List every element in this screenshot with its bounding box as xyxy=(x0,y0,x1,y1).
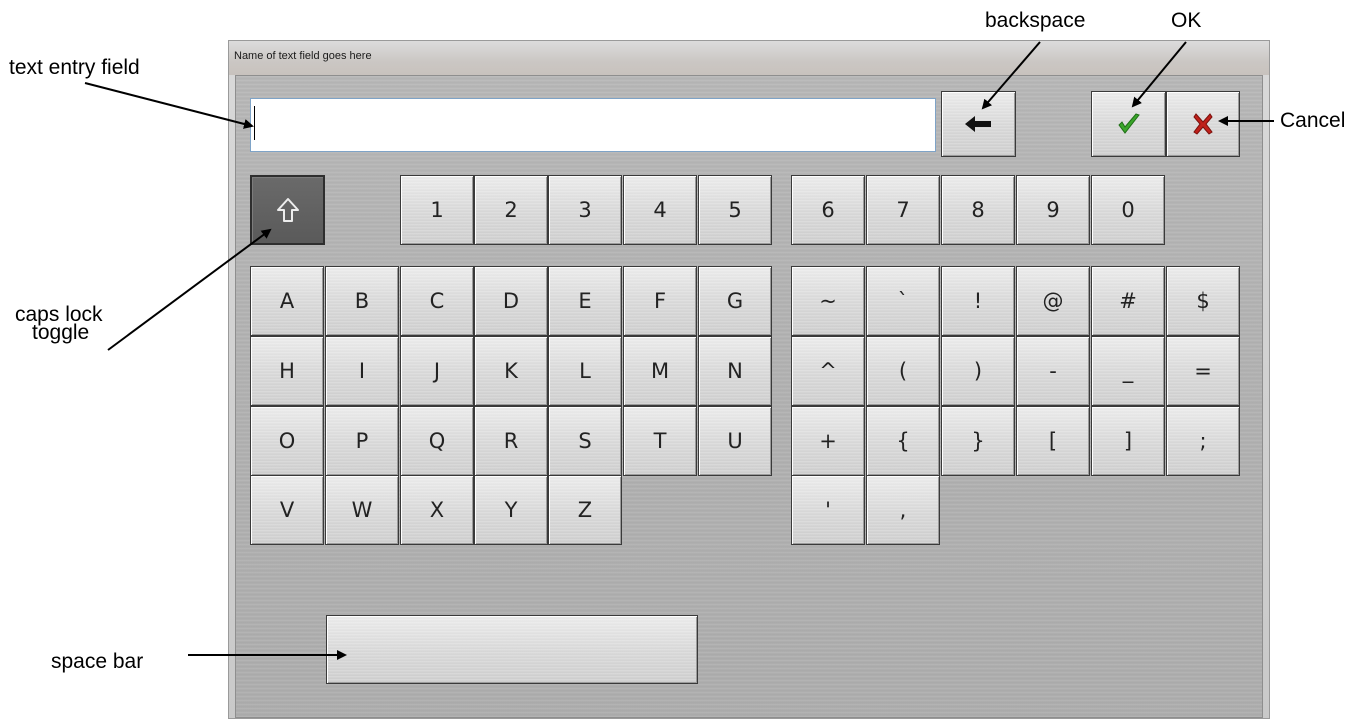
key-tilde[interactable]: ~ xyxy=(791,266,865,336)
left-arrow-icon xyxy=(963,114,995,134)
key-k[interactable]: K xyxy=(474,336,548,406)
key-w[interactable]: W xyxy=(325,475,399,545)
annotation-cancel: Cancel xyxy=(1280,109,1346,132)
text-caret xyxy=(254,106,255,140)
key-open-paren[interactable]: ( xyxy=(866,336,940,406)
key-2[interactable]: 2 xyxy=(474,175,548,245)
annotation-space-bar: space bar xyxy=(51,650,144,673)
key-minus[interactable]: - xyxy=(1016,336,1090,406)
window-title: Name of text field goes here xyxy=(234,50,372,62)
arrow-text-entry-field xyxy=(84,82,254,129)
key-h[interactable]: H xyxy=(250,336,324,406)
key-v[interactable]: V xyxy=(250,475,324,545)
annotation-ok: OK xyxy=(1171,9,1202,32)
key-o[interactable]: O xyxy=(250,406,324,476)
key-comma[interactable]: , xyxy=(866,475,940,545)
key-a[interactable]: A xyxy=(250,266,324,336)
key-z[interactable]: Z xyxy=(548,475,622,545)
key-apostrophe[interactable]: ' xyxy=(791,475,865,545)
key-g[interactable]: G xyxy=(698,266,772,336)
key-x[interactable]: X xyxy=(400,475,474,545)
key-backtick[interactable]: ` xyxy=(866,266,940,336)
key-close-paren[interactable]: ) xyxy=(941,336,1015,406)
key-close-bracket[interactable]: ] xyxy=(1091,406,1165,476)
key-p[interactable]: P xyxy=(325,406,399,476)
annotation-backspace: backspace xyxy=(985,9,1086,32)
key-close-brace[interactable]: } xyxy=(941,406,1015,476)
key-e[interactable]: E xyxy=(548,266,622,336)
key-d[interactable]: D xyxy=(474,266,548,336)
key-open-brace[interactable]: { xyxy=(866,406,940,476)
key-8[interactable]: 8 xyxy=(941,175,1015,245)
key-5[interactable]: 5 xyxy=(698,175,772,245)
key-dollar[interactable]: $ xyxy=(1166,266,1240,336)
key-0[interactable]: 0 xyxy=(1091,175,1165,245)
key-q[interactable]: Q xyxy=(400,406,474,476)
window-titlebar: Name of text field goes here xyxy=(229,41,1269,75)
cancel-button[interactable] xyxy=(1166,91,1240,157)
text-entry-field[interactable] xyxy=(250,98,936,152)
key-hash[interactable]: # xyxy=(1091,266,1165,336)
key-semicolon[interactable]: ; xyxy=(1166,406,1240,476)
key-at[interactable]: @ xyxy=(1016,266,1090,336)
key-u[interactable]: U xyxy=(698,406,772,476)
annotation-text-entry-field: text entry field xyxy=(9,56,140,79)
key-3[interactable]: 3 xyxy=(548,175,622,245)
space-bar[interactable] xyxy=(326,615,698,684)
red-x-icon xyxy=(1192,111,1214,137)
key-open-bracket[interactable]: [ xyxy=(1016,406,1090,476)
key-exclamation[interactable]: ! xyxy=(941,266,1015,336)
key-r[interactable]: R xyxy=(474,406,548,476)
key-9[interactable]: 9 xyxy=(1016,175,1090,245)
key-6[interactable]: 6 xyxy=(791,175,865,245)
caps-lock-toggle[interactable] xyxy=(250,175,325,245)
backspace-button[interactable] xyxy=(941,91,1016,157)
key-equals[interactable]: = xyxy=(1166,336,1240,406)
key-b[interactable]: B xyxy=(325,266,399,336)
key-n[interactable]: N xyxy=(698,336,772,406)
key-underscore[interactable]: _ xyxy=(1091,336,1165,406)
key-7[interactable]: 7 xyxy=(866,175,940,245)
key-c[interactable]: C xyxy=(400,266,474,336)
key-y[interactable]: Y xyxy=(474,475,548,545)
key-t[interactable]: T xyxy=(623,406,697,476)
key-plus[interactable]: + xyxy=(791,406,865,476)
key-s[interactable]: S xyxy=(548,406,622,476)
annotation-caps-lock-line2: toggle xyxy=(32,321,90,344)
key-1[interactable]: 1 xyxy=(400,175,474,245)
key-4[interactable]: 4 xyxy=(623,175,697,245)
key-caret[interactable]: ^ xyxy=(791,336,865,406)
key-f[interactable]: F xyxy=(623,266,697,336)
shift-arrow-icon xyxy=(276,197,300,223)
key-l[interactable]: L xyxy=(548,336,622,406)
key-j[interactable]: J xyxy=(400,336,474,406)
key-m[interactable]: M xyxy=(623,336,697,406)
green-check-icon xyxy=(1116,111,1142,137)
key-i[interactable]: I xyxy=(325,336,399,406)
ok-button[interactable] xyxy=(1091,91,1166,157)
